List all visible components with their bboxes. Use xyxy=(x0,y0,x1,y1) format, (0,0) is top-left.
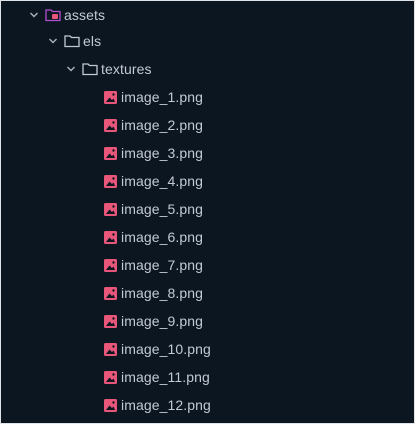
chevron-down-icon[interactable] xyxy=(64,55,78,83)
folder-icon xyxy=(82,55,98,83)
image-file-icon xyxy=(102,83,118,111)
tree-item-label: image_2.png xyxy=(121,117,204,133)
tree-item-file[interactable]: image_6.png xyxy=(1,223,414,251)
tree-item-els[interactable]: els xyxy=(1,27,414,55)
image-file-icon xyxy=(102,363,118,391)
tree-item-label: image_11.png xyxy=(121,369,210,385)
image-file-icon xyxy=(102,139,118,167)
tree-item-label: textures xyxy=(101,61,152,77)
image-file-icon xyxy=(102,195,118,223)
tree-item-label: image_3.png xyxy=(121,145,204,161)
tree-item-label: els xyxy=(83,33,102,49)
chevron-down-icon[interactable] xyxy=(46,27,60,55)
tree-item-file[interactable]: image_10.png xyxy=(1,335,414,363)
image-file-icon xyxy=(102,167,118,195)
tree-item-file[interactable]: image_12.png xyxy=(1,391,414,419)
folder-icon xyxy=(64,27,80,55)
tree-item-file[interactable]: image_1.png xyxy=(1,83,414,111)
tree-item-label: image_9.png xyxy=(121,313,204,329)
tree-item-file[interactable]: image_11.png xyxy=(1,363,414,391)
tree-item-file[interactable]: image_9.png xyxy=(1,307,414,335)
tree-item-label: image_12.png xyxy=(121,397,211,413)
image-file-icon xyxy=(102,223,118,251)
tree-item-label: image_7.png xyxy=(121,257,204,273)
tree-item-label: image_4.png xyxy=(121,173,204,189)
folder-special-icon xyxy=(45,1,61,29)
tree-item-assets[interactable]: assets xyxy=(1,1,414,29)
image-file-icon xyxy=(102,251,118,279)
tree-item-file[interactable]: image_4.png xyxy=(1,167,414,195)
tree-item-file[interactable]: image_8.png xyxy=(1,279,414,307)
chevron-down-icon[interactable] xyxy=(27,1,41,29)
image-file-icon xyxy=(102,307,118,335)
tree-item-label: image_10.png xyxy=(121,341,211,357)
tree-item-file[interactable]: image_7.png xyxy=(1,251,414,279)
image-file-icon xyxy=(102,335,118,363)
tree-item-file[interactable]: image_2.png xyxy=(1,111,414,139)
tree-item-file[interactable]: image_5.png xyxy=(1,195,414,223)
tree-item-label: image_6.png xyxy=(121,229,204,245)
tree-item-textures[interactable]: textures xyxy=(1,55,414,83)
file-explorer-tree: assets els textures image_1.png image_2.… xyxy=(0,0,415,424)
tree-item-label: image_1.png xyxy=(121,89,204,105)
image-file-icon xyxy=(102,391,118,419)
image-file-icon xyxy=(102,279,118,307)
tree-item-label: assets xyxy=(64,7,106,23)
image-file-icon xyxy=(102,111,118,139)
tree-item-label: image_5.png xyxy=(121,201,204,217)
tree-item-label: image_8.png xyxy=(121,285,204,301)
tree-item-file[interactable]: image_3.png xyxy=(1,139,414,167)
